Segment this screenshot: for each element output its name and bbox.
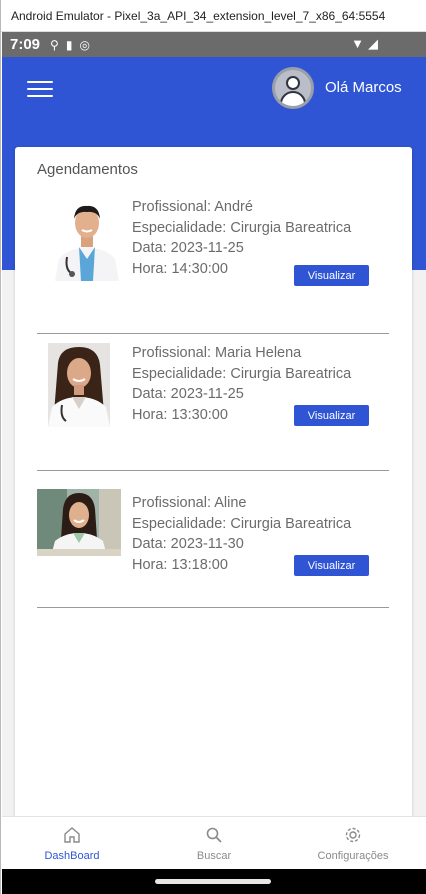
appointment-item: Profissional: Maria Helena Especialidade… (37, 334, 389, 471)
menu-icon[interactable] (27, 81, 53, 99)
device-frame: 7:09 ⚲ ▮ ◎ ▼ ◢ Olá Marcos Agendamentos P… (2, 32, 426, 894)
sync-icon: ◎ (79, 37, 90, 52)
status-time: 7:09 (10, 36, 41, 53)
status-bar: 7:09 ⚲ ▮ ◎ ▼ ◢ (2, 32, 426, 57)
professional-name: Profissional: André (132, 199, 253, 215)
home-icon (17, 825, 127, 847)
signal-icon: ◢ (368, 36, 378, 51)
nav-settings[interactable]: Configurações (298, 825, 408, 862)
nav-label: Configurações (317, 850, 389, 862)
bottom-navigation: DashBoard Buscar Configurações (2, 816, 426, 869)
doctor-photo (45, 197, 129, 281)
emulator-window: Android Emulator - Pixel_3a_API_34_exten… (0, 0, 426, 894)
view-appointment-button[interactable]: Visualizar (294, 555, 369, 576)
nav-label: Buscar (196, 850, 232, 862)
appointment-item: Profissional: Aline Especialidade: Cirur… (37, 471, 389, 608)
gear-icon (298, 825, 408, 847)
home-indicator[interactable] (155, 879, 271, 884)
window-titlebar: Android Emulator - Pixel_3a_API_34_exten… (1, 0, 426, 32)
status-indicators: ▼ ◢ (351, 36, 378, 52)
gesture-bar (2, 869, 426, 894)
user-greeting: Olá Marcos (325, 79, 402, 96)
window-title: Android Emulator - Pixel_3a_API_34_exten… (11, 8, 386, 23)
avatar[interactable] (272, 67, 314, 109)
app-screen: Olá Marcos Agendamentos Profissional: An… (2, 57, 426, 869)
divider (37, 607, 389, 608)
nav-dashboard[interactable]: DashBoard (17, 825, 127, 862)
sd-card-icon: ▮ (65, 37, 73, 52)
appointment-item: Profissional: André Especialidade: Cirur… (37, 197, 389, 334)
doctor-photo (48, 343, 110, 427)
view-appointment-button[interactable]: Visualizar (294, 405, 369, 426)
professional-name: Profissional: Aline (132, 495, 247, 511)
nav-label: DashBoard (44, 850, 100, 862)
appointments-card: Agendamentos Profissional: André Especia… (15, 147, 412, 847)
appointment-date: Data: 2023-11-25 (132, 240, 244, 256)
section-title: Agendamentos (37, 161, 138, 178)
nav-search[interactable]: Buscar (159, 825, 269, 862)
view-appointment-button[interactable]: Visualizar (294, 265, 369, 286)
wifi-icon: ▼ (351, 36, 364, 51)
search-icon (159, 825, 269, 847)
doctor-photo (37, 489, 121, 556)
professional-name: Profissional: Maria Helena (132, 345, 302, 361)
appointment-date: Data: 2023-11-25 (132, 386, 244, 402)
specialty: Especialidade: Cirurgia Bareatrica (132, 515, 352, 532)
usb-icon: ⚲ (50, 37, 59, 52)
specialty: Especialidade: Cirurgia Bareatrica (132, 219, 352, 236)
appointment-date: Data: 2023-11-30 (132, 536, 244, 552)
specialty: Especialidade: Cirurgia Bareatrica (132, 365, 352, 382)
